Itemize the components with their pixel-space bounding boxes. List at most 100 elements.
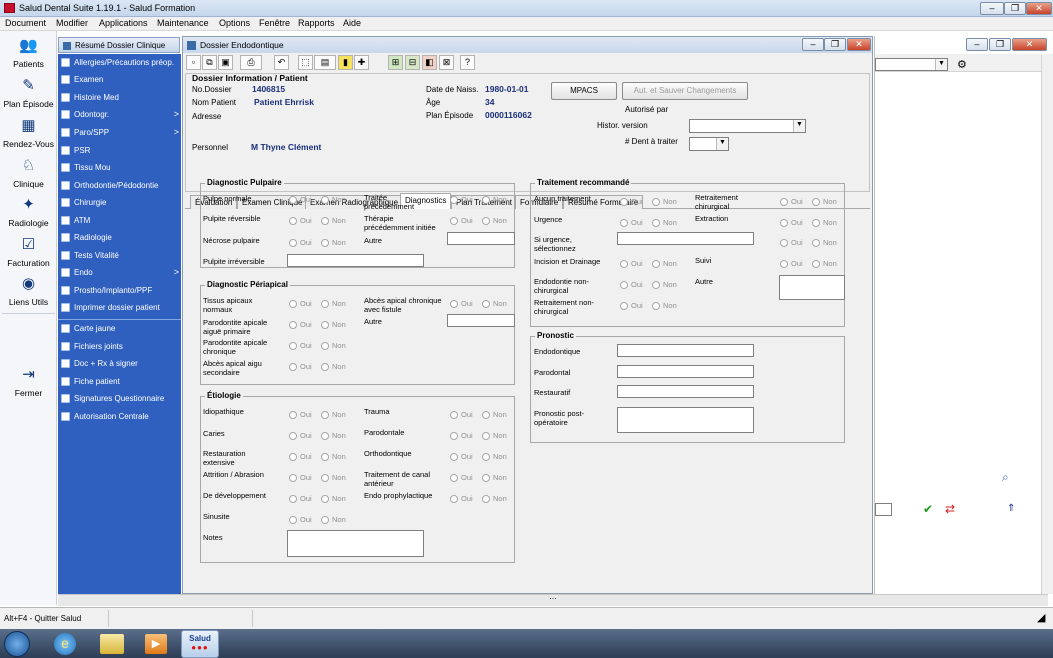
radio-oui[interactable]: Oui [620,280,643,289]
radio-non[interactable]: Non [812,259,837,268]
radio-oui[interactable]: Oui [620,259,643,268]
radio-oui[interactable]: Oui [450,494,473,503]
radio-non[interactable]: Non [321,362,346,371]
radio-non[interactable]: Non [482,431,507,440]
nav-item-atm[interactable]: ATM [58,212,181,229]
radio-oui[interactable]: Oui [620,218,643,227]
media-player-icon[interactable]: ▶ [145,634,167,654]
vertical-scrollbar[interactable] [1041,55,1053,594]
radio-oui[interactable]: Oui [289,494,312,503]
autre-periapical-field[interactable] [447,314,515,327]
nav-item-imprimer[interactable]: Imprimer dossier patient [58,299,181,316]
radio-non[interactable]: Non [652,280,677,289]
radiologie-button[interactable]: ✦ Radiologie [0,194,57,228]
menu-maintenance[interactable]: Maintenance [157,18,209,28]
parodontal-field[interactable] [617,365,754,378]
patients-button[interactable]: 👥 Patients [0,35,57,69]
radio-oui[interactable]: Oui [289,515,312,524]
menu-fenetre[interactable]: Fenêtre [259,18,290,28]
menu-document[interactable]: Document [5,18,46,28]
menu-applications[interactable]: Applications [99,18,148,28]
radio-non[interactable]: Non [482,195,507,204]
radio-oui[interactable]: Oui [289,362,312,371]
bg-minimize-button[interactable]: – [966,38,988,51]
radio-oui[interactable]: Oui [289,216,312,225]
report-icon[interactable]: ⬚ [298,55,313,70]
radio-non[interactable]: Non [321,216,346,225]
radio-non[interactable]: Non [321,452,346,461]
menu-aide[interactable]: Aide [343,18,361,28]
radio-non[interactable]: Non [321,515,346,524]
nav-item-tissu-mou[interactable]: Tissu Mou [58,159,181,176]
nav-item-orthodontie[interactable]: Orthodontie/Pédodontie [58,177,181,194]
facturation-button[interactable]: ☑ Facturation [0,234,57,268]
restauratif-field[interactable] [617,385,754,398]
radio-non[interactable]: Non [321,431,346,440]
radio-oui[interactable]: Oui [450,216,473,225]
radio-non[interactable]: Non [812,238,837,247]
bg-select[interactable]: ▼ [875,58,948,71]
post-operatoire-field[interactable] [617,407,754,433]
histor-version-select[interactable]: ▼ [689,119,806,133]
minimize-button[interactable]: – [980,2,1004,15]
nav-item-fichiers-joints[interactable]: Fichiers joints [58,338,181,355]
liens-utils-button[interactable]: ◉ Liens Utils [0,273,57,307]
notes-field[interactable] [287,530,424,557]
save-icon[interactable]: ▣ [218,55,233,70]
copy-icon[interactable]: ⧉ [202,55,217,70]
radio-oui[interactable]: Oui [450,299,473,308]
radio-oui[interactable]: Oui [289,299,312,308]
dent-a-traiter-select[interactable]: ▼ [689,137,729,151]
radio-oui[interactable]: Oui [289,473,312,482]
note-icon[interactable]: ▮ [338,55,353,70]
radio-oui[interactable]: Oui [450,410,473,419]
radio-oui[interactable]: Oui [780,197,803,206]
radio-non[interactable]: Non [482,473,507,482]
radio-oui[interactable]: Oui [289,341,312,350]
nav-item-tests-vitalite[interactable]: Tests Vitalité [58,247,181,264]
maximize-button[interactable]: ❐ [1004,2,1026,15]
nav-item-carte-jaune[interactable]: Carte jaune [58,320,181,337]
help-icon[interactable]: ? [460,55,475,70]
radio-non[interactable]: Non [321,238,346,247]
radio-oui[interactable]: Oui [780,238,803,247]
print-icon[interactable]: ⎙ [240,55,262,70]
rendez-vous-button[interactable]: ▦ Rendez-Vous [0,115,57,149]
radio-non[interactable]: Non [482,452,507,461]
radio-oui[interactable]: Oui [780,218,803,227]
radio-non[interactable]: Non [321,410,346,419]
radio-oui[interactable]: Oui [450,195,473,204]
file-explorer-icon[interactable] [100,634,124,654]
bg-maximize-button[interactable]: ❐ [989,38,1011,51]
radio-non[interactable]: Non [321,195,346,204]
radio-non[interactable]: Non [812,197,837,206]
radio-non[interactable]: Non [321,341,346,350]
radio-non[interactable]: Non [482,216,507,225]
autre-traitement-field[interactable] [779,275,845,300]
radio-oui[interactable]: Oui [620,197,643,206]
nav-item-psr[interactable]: PSR [58,142,181,159]
doc-maximize-button[interactable]: ❐ [824,38,846,51]
doc-close-button[interactable]: ✕ [847,38,871,51]
export-icon[interactable]: ⊞ [388,55,403,70]
radio-non[interactable]: Non [652,301,677,310]
horizontal-scrollbar[interactable]: ⋯ [58,594,1048,606]
radio-oui[interactable]: Oui [450,473,473,482]
nav-item-doc-rx[interactable]: Doc + Rx à signer [58,355,181,372]
record-icon[interactable]: ▤ [314,55,336,70]
radio-oui[interactable]: Oui [620,301,643,310]
plan-episode-button[interactable]: ✎ Plan Épisode [0,75,57,109]
fermer-button[interactable]: ⇥ Fermer [0,364,57,398]
refresh-icon[interactable]: ⇄ [945,502,955,516]
menu-options[interactable]: Options [219,18,250,28]
radio-oui[interactable]: Oui [289,452,312,461]
radio-non[interactable]: Non [482,494,507,503]
undo-icon[interactable]: ↶ [274,55,289,70]
radio-oui[interactable]: Oui [780,259,803,268]
radio-non[interactable]: Non [321,320,346,329]
start-button[interactable] [4,631,30,657]
nav-item-autorisation[interactable]: Autorisation Centrale [58,408,181,425]
radio-non[interactable]: Non [652,197,677,206]
endodontique-field[interactable] [617,344,754,357]
si-urgence-field[interactable] [617,232,754,245]
